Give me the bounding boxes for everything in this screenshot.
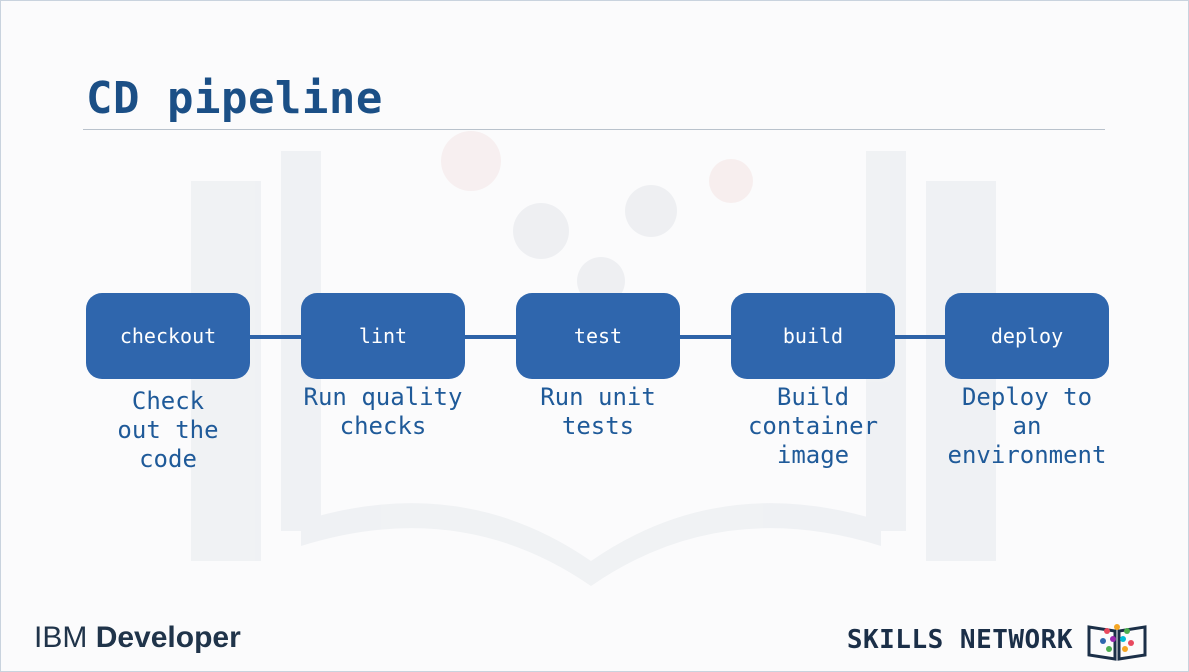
stage-description-checkout: Check out the code	[117, 387, 219, 473]
stage-deploy: deploy Deploy to an environment	[945, 293, 1109, 470]
page-title: CD pipeline	[86, 73, 383, 124]
stage-box-build: build	[731, 293, 895, 379]
ibm-developer-logo: IBM Developer	[34, 621, 241, 655]
stage-test: test Run unit tests	[516, 293, 680, 441]
stage-description-deploy: Deploy to an environment	[947, 383, 1107, 469]
slide: CD pipeline checkout Check out the code …	[0, 0, 1189, 672]
skills-network-label: SKILLS NETWORK	[846, 625, 1073, 655]
stage-box-test: test	[516, 293, 680, 379]
stage-description-build: Build container image	[747, 383, 879, 469]
stage-build: build Build container image	[731, 293, 895, 470]
skills-network-book-icon	[1087, 624, 1147, 661]
brand-name: Developer	[95, 621, 241, 654]
stage-description-test: Run unit tests	[540, 383, 656, 440]
stage-box-deploy: deploy	[945, 293, 1109, 379]
title-divider	[83, 129, 1105, 130]
stage-box-checkout: checkout	[86, 293, 250, 379]
stage-lint: lint Run quality checks	[301, 293, 465, 441]
stage-description-lint: Run quality checks	[303, 383, 463, 440]
stage-box-lint: lint	[301, 293, 465, 379]
brand-prefix: IBM	[34, 621, 88, 654]
stage-checkout: checkout Check out the code	[86, 293, 250, 474]
